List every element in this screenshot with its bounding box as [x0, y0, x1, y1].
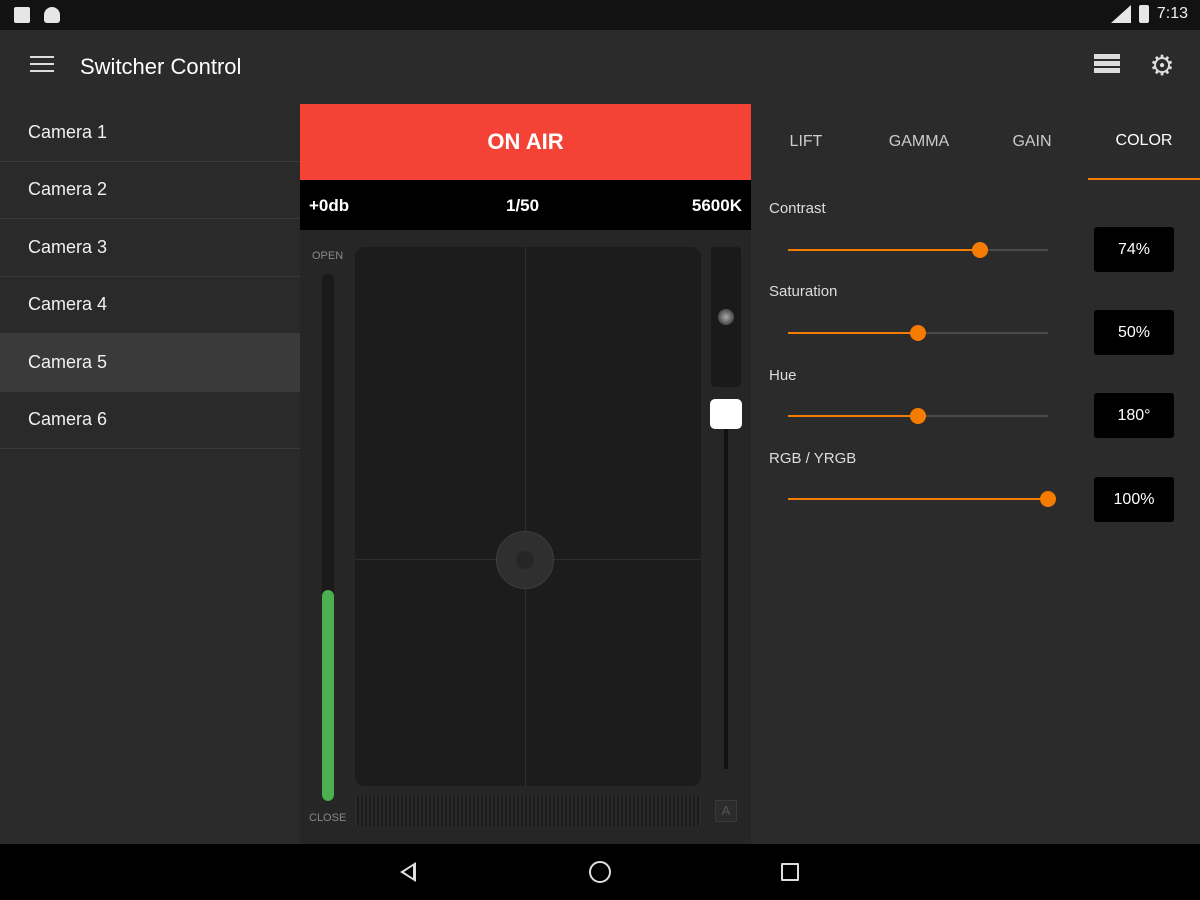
- rgb-value: 100%: [1094, 477, 1174, 522]
- hue-slider[interactable]: [788, 408, 1048, 424]
- camera-item[interactable]: Camera 1: [0, 104, 300, 162]
- notification-icon: [14, 7, 30, 23]
- camera-list: Camera 1 Camera 2 Camera 3 Camera 4 Came…: [0, 104, 300, 844]
- recents-icon[interactable]: [781, 863, 799, 881]
- shutter-value: 1/50: [506, 196, 540, 215]
- camera-item[interactable]: Camera 3: [0, 219, 300, 277]
- saturation-slider-fill: [788, 332, 918, 334]
- tab-lift[interactable]: LIFT: [751, 104, 861, 180]
- app-bar: Switcher Control ⚙: [0, 30, 1200, 104]
- contrast-slider-fill: [788, 249, 981, 251]
- app-title: Switcher Control: [80, 54, 242, 79]
- saturation-value: 50%: [1094, 310, 1174, 355]
- battery-icon: [1138, 5, 1149, 23]
- contrast-label: Contrast: [769, 200, 826, 217]
- tab-bar: LIFT GAMMA GAIN COLOR: [751, 104, 1200, 180]
- camera-item[interactable]: Camera 4: [0, 277, 300, 334]
- home-icon[interactable]: [589, 861, 611, 883]
- hue-value: 180°: [1094, 393, 1174, 438]
- on-air-button[interactable]: ON AIR: [300, 104, 751, 180]
- zoom-slider-track[interactable]: [724, 404, 728, 769]
- contrast-slider[interactable]: [788, 242, 1048, 258]
- iris-close-label: CLOSE: [309, 812, 347, 824]
- signal-icon: [1110, 5, 1131, 23]
- camera-control-panel: ON AIR +0db 1/50 5600K OPEN CLOSE A: [300, 104, 751, 844]
- zoom-pad[interactable]: [711, 247, 741, 387]
- rgb-slider-fill: [788, 498, 1048, 500]
- saturation-slider[interactable]: [788, 325, 1048, 341]
- rgb-slider-thumb[interactable]: [1040, 491, 1056, 507]
- android-icon: [44, 7, 60, 23]
- saturation-slider-thumb[interactable]: [910, 325, 926, 341]
- camera-item[interactable]: Camera 2: [0, 162, 300, 219]
- tab-color[interactable]: COLOR: [1088, 104, 1200, 180]
- joystick-knob[interactable]: [496, 531, 554, 589]
- gear-icon[interactable]: ⚙: [1148, 52, 1176, 80]
- auto-button[interactable]: A: [715, 800, 737, 822]
- pan-tilt-joystick[interactable]: [355, 247, 701, 786]
- white-balance-value: 5600K: [691, 196, 742, 215]
- hue-slider-thumb[interactable]: [910, 408, 926, 424]
- back-icon[interactable]: [400, 862, 416, 882]
- camera-params-bar: +0db 1/50 5600K: [300, 180, 751, 230]
- contrast-slider-thumb[interactable]: [972, 242, 989, 258]
- focus-strip[interactable]: [355, 796, 701, 826]
- menu-icon[interactable]: [30, 56, 54, 76]
- tab-gain[interactable]: GAIN: [976, 104, 1088, 180]
- camera-item[interactable]: Camera 6: [0, 392, 300, 449]
- status-time: 7:13: [1156, 5, 1188, 22]
- color-correction-panel: LIFT GAMMA GAIN COLOR Contrast 74% Satur…: [751, 104, 1200, 844]
- iris-level-fill: [322, 590, 334, 801]
- gain-value: +0db: [309, 196, 350, 215]
- joystick-v-axis: [525, 247, 526, 786]
- hue-slider-fill: [788, 415, 918, 417]
- zoom-indicator-dot: [718, 309, 734, 325]
- status-left: [14, 7, 60, 23]
- contrast-value: 74%: [1094, 227, 1174, 272]
- tab-gamma[interactable]: GAMMA: [863, 104, 975, 180]
- rgb-label: RGB / YRGB: [769, 450, 857, 467]
- hue-label: Hue: [769, 367, 797, 384]
- camera-item[interactable]: Camera 5: [0, 334, 300, 392]
- list-icon[interactable]: [1094, 54, 1120, 78]
- saturation-label: Saturation: [769, 283, 838, 300]
- rgb-slider[interactable]: [788, 491, 1056, 507]
- iris-open-label: OPEN: [312, 250, 344, 262]
- navigation-bar: [0, 844, 1200, 900]
- status-bar: 7:13: [0, 0, 1200, 30]
- status-right: 7:13: [1110, 5, 1188, 23]
- iris-level-bar[interactable]: [322, 274, 334, 801]
- zoom-slider-handle[interactable]: [710, 399, 742, 429]
